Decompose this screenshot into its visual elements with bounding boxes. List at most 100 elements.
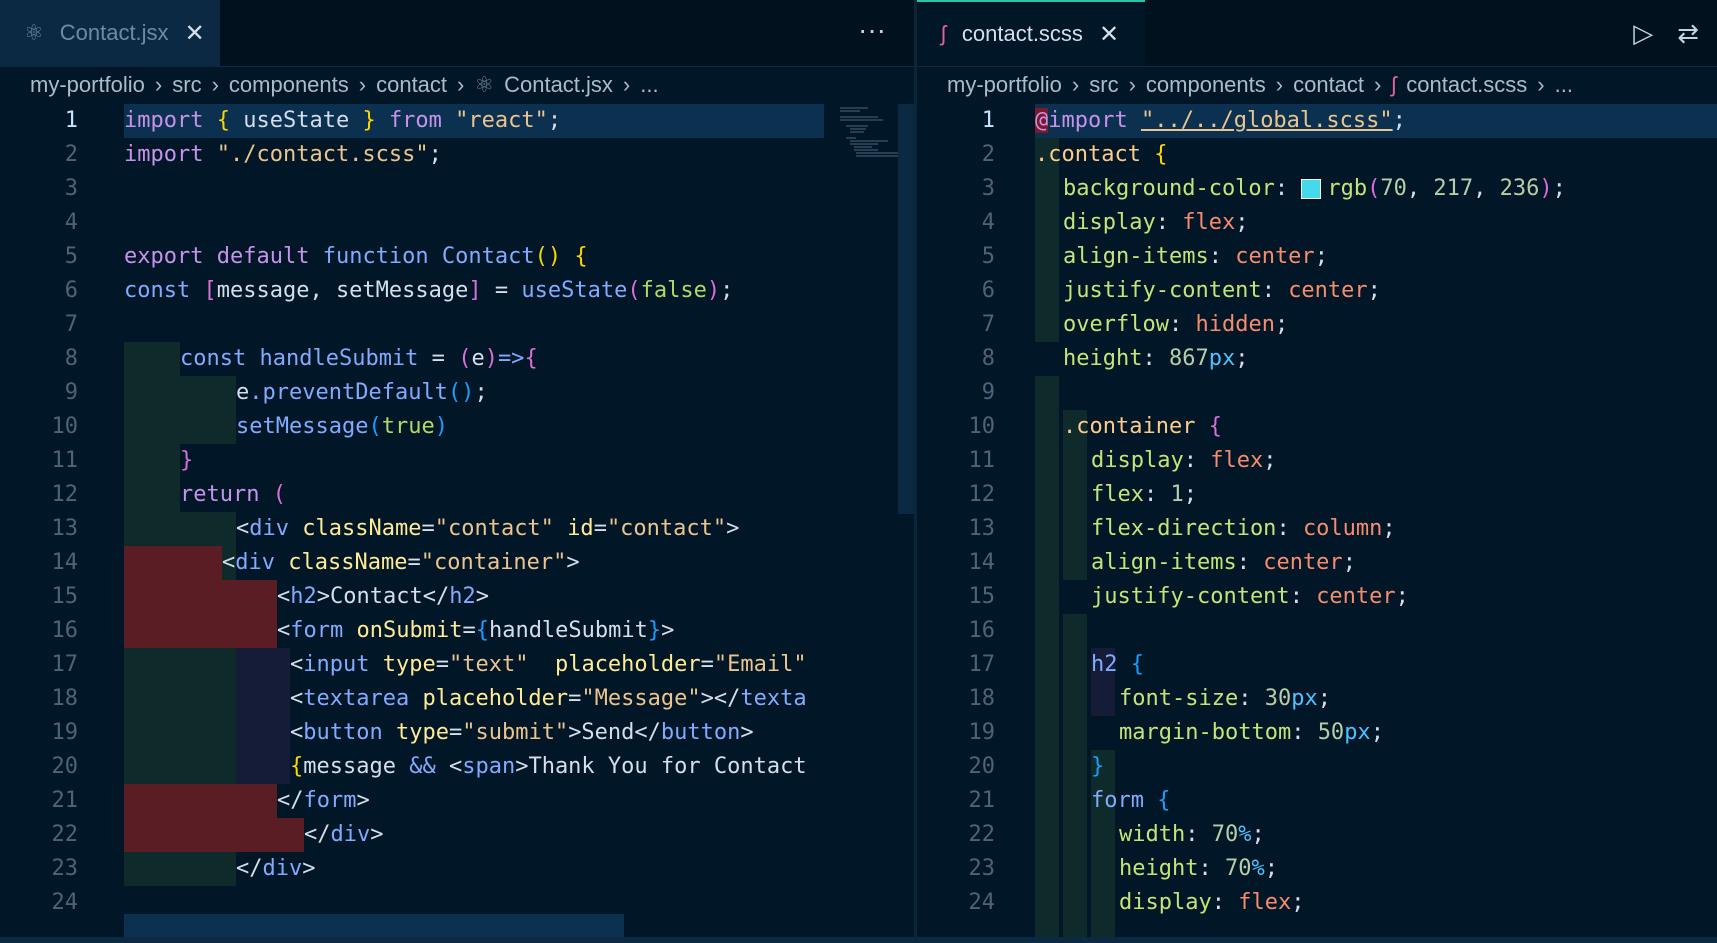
chevron-right-icon: › xyxy=(211,72,219,97)
line-number: 23 xyxy=(968,856,996,881)
code-line: 7 overflow: hidden; xyxy=(917,308,1717,342)
tab-label: Contact.jsx xyxy=(59,20,169,45)
chevron-right-icon: › xyxy=(1128,72,1136,97)
close-icon[interactable]: ✕ xyxy=(1099,20,1119,49)
line-number: 4 xyxy=(981,210,995,235)
bottom-border xyxy=(917,937,1717,943)
chevron-right-icon: › xyxy=(1071,72,1080,97)
line-number: 23 xyxy=(51,856,79,881)
line-number: 14 xyxy=(968,550,996,575)
close-icon[interactable]: ✕ xyxy=(185,19,205,48)
code-line: 17 <input type="text" placeholder="Email" xyxy=(0,648,915,682)
line-number: 21 xyxy=(51,788,79,813)
tab-contact-scss[interactable]: ʃ contact.scss ✕ xyxy=(917,0,1145,66)
vertical-scrollbar[interactable] xyxy=(898,104,914,514)
code-editor[interactable]: 1 import { useState } from "react"; 2 impo… xyxy=(0,104,915,937)
chevron-right-icon: › xyxy=(1275,72,1284,97)
breadcrumb: my-portfolio › src › components › contact › … xyxy=(0,66,915,104)
code-line: 19 <button type="submit">Send</button> xyxy=(0,716,915,750)
code-line: 6 const [message, setMessage] = useState(… xyxy=(0,274,915,308)
code-line: 2 .contact { xyxy=(917,138,1717,172)
breadcrumb-item[interactable]: src xyxy=(1089,72,1118,98)
editor-left-pane: ⚛ Contact.jsx ✕ ··· my-portfolio › src › c… xyxy=(0,0,915,943)
line-number: 19 xyxy=(51,720,79,745)
code-line: 15 <h2>Contact</h2> xyxy=(0,580,915,614)
line-number: 22 xyxy=(968,822,996,847)
chevron-right-icon: › xyxy=(154,72,163,97)
breadcrumb-item[interactable]: contact xyxy=(376,72,447,98)
line-number: 20 xyxy=(51,754,79,779)
line-number: 17 xyxy=(968,652,996,677)
code-editor[interactable]: 1 @import "../../global.scss"; 2 .contact … xyxy=(917,104,1717,937)
line-number: 12 xyxy=(51,482,79,507)
code-line: 18 <textarea placeholder="Message"></text… xyxy=(0,682,915,716)
line-number: 13 xyxy=(968,516,996,541)
breadcrumb-item[interactable]: ... xyxy=(1555,72,1573,98)
code-line: 3 xyxy=(0,172,915,206)
code-line: 10 setMessage(true) xyxy=(0,410,915,444)
code-line: 16 xyxy=(917,614,1717,648)
code-line: 12 return ( xyxy=(0,478,915,512)
breadcrumb-item[interactable]: components xyxy=(1146,72,1266,98)
compare-changes-icon[interactable]: ⇄ xyxy=(1677,18,1699,49)
chevron-right-icon: › xyxy=(1374,72,1382,97)
sass-icon: ʃ xyxy=(1391,72,1397,97)
line-number: 11 xyxy=(968,448,996,473)
line-number: 8 xyxy=(981,346,995,371)
code-line: 22 </div> xyxy=(0,818,915,852)
breadcrumb-item[interactable]: my-portfolio xyxy=(30,72,145,98)
code-line: 19 margin-bottom: 50px; xyxy=(917,716,1717,750)
tab-label: contact.scss xyxy=(961,21,1083,46)
line-number: 15 xyxy=(51,584,79,609)
code-line: 23 </div> xyxy=(0,852,915,886)
code-line: 10 .container { xyxy=(917,410,1717,444)
code-line: 22 width: 70%; xyxy=(917,818,1717,852)
editor-actions: ▷ ⇄ xyxy=(1633,0,1717,66)
line-number: 15 xyxy=(968,584,996,609)
line-number: 2 xyxy=(981,142,995,167)
line-number: 3 xyxy=(64,176,78,201)
more-actions-icon[interactable]: ··· xyxy=(858,14,886,46)
code-line: 17 h2 { xyxy=(917,648,1717,682)
sass-icon: ʃ xyxy=(941,21,946,46)
code-line: 5 align-items: center; xyxy=(917,240,1717,274)
line-number: 6 xyxy=(981,278,995,303)
code-line: 24 xyxy=(0,886,915,920)
code-line: 14 align-items: center; xyxy=(917,546,1717,580)
breadcrumb-item[interactable]: ... xyxy=(640,72,658,98)
tab-contact-jsx[interactable]: ⚛ Contact.jsx ✕ xyxy=(0,0,220,66)
line-number: 8 xyxy=(64,346,78,371)
breadcrumb-item[interactable]: contact xyxy=(1293,72,1364,98)
breadcrumb-item[interactable]: components xyxy=(229,72,349,98)
editor-right-pane: ʃ contact.scss ✕ ▷ ⇄ my-portfolio › src › … xyxy=(917,0,1717,943)
line-number: 18 xyxy=(51,686,79,711)
line-number: 1 xyxy=(981,108,995,133)
line-number: 9 xyxy=(981,380,995,405)
breadcrumb-item[interactable]: my-portfolio xyxy=(947,72,1062,98)
breadcrumb-item[interactable]: src xyxy=(172,72,201,98)
code-line: 6 justify-content: center; xyxy=(917,274,1717,308)
code-line: 9 xyxy=(917,376,1717,410)
code-line: 14 <div className="container"> xyxy=(0,546,915,580)
right-tab-bar: ʃ contact.scss ✕ ▷ ⇄ xyxy=(917,0,1717,67)
line-number: 21 xyxy=(968,788,996,813)
code-line: 23 height: 70%; xyxy=(917,852,1717,886)
line-number: 5 xyxy=(64,244,78,269)
line-number: 7 xyxy=(981,312,995,337)
line-number: 24 xyxy=(968,890,996,915)
code-line: 1 import { useState } from "react"; xyxy=(0,104,915,138)
line-number: 19 xyxy=(968,720,996,745)
breadcrumb-item[interactable]: contact.scss xyxy=(1406,72,1527,98)
code-line: 12 flex: 1; xyxy=(917,478,1717,512)
code-line: 24 display: flex; xyxy=(917,886,1717,920)
code-line: 9 e.preventDefault(); xyxy=(0,376,915,410)
line-number: 13 xyxy=(51,516,79,541)
left-tab-bar: ⚛ Contact.jsx ✕ ··· xyxy=(0,0,915,67)
code-line: 8 const handleSubmit = (e)=>{ xyxy=(0,342,915,376)
breadcrumb-item[interactable]: Contact.jsx xyxy=(504,72,613,98)
code-line: 15 justify-content: center; xyxy=(917,580,1717,614)
run-icon[interactable]: ▷ xyxy=(1633,18,1653,49)
color-swatch[interactable] xyxy=(1301,179,1322,199)
code-line: 20} xyxy=(917,750,1717,784)
line-number: 9 xyxy=(64,380,78,405)
